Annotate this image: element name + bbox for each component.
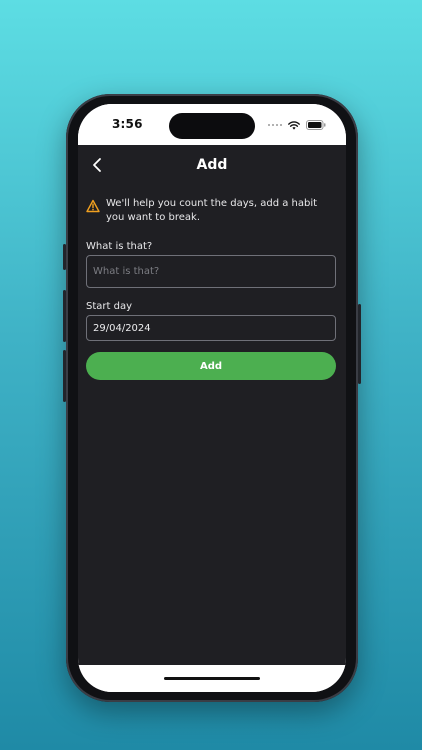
habit-field-label: What is that?	[86, 241, 153, 252]
warning-triangle-icon	[86, 198, 100, 213]
navigation-bar: Add	[78, 145, 346, 185]
status-icons	[268, 120, 326, 130]
add-button[interactable]: Add	[86, 352, 336, 380]
mute-switch	[63, 244, 66, 270]
notice-text: We'll help you count the days, add a hab…	[106, 198, 318, 223]
info-notice: We'll help you count the days, add a hab…	[86, 197, 338, 225]
page-title: Add	[196, 157, 228, 173]
power-button	[358, 304, 361, 384]
habit-input[interactable]: What is that?	[86, 255, 336, 288]
signal-dots-icon	[268, 124, 282, 126]
habit-input-placeholder: What is that?	[93, 266, 160, 277]
battery-icon	[306, 120, 326, 130]
start-day-label: Start day	[86, 301, 133, 312]
volume-up-button	[63, 290, 66, 342]
status-bar: 3:56	[78, 104, 346, 145]
phone-screen: 3:56 Add We'll help you count the days, …	[78, 104, 346, 692]
home-indicator[interactable]	[164, 677, 260, 680]
add-habit-screen: Add We'll help you count the days, add a…	[78, 145, 346, 665]
volume-down-button	[63, 350, 66, 402]
phone-frame: 3:56 Add We'll help you count the days, …	[63, 94, 361, 702]
home-indicator-area	[78, 665, 346, 692]
wifi-icon	[288, 120, 300, 130]
start-day-value: 29/04/2024	[93, 322, 151, 334]
status-time: 3:56	[112, 117, 143, 131]
start-day-input[interactable]: 29/04/2024	[86, 315, 336, 341]
dynamic-island	[169, 113, 255, 139]
